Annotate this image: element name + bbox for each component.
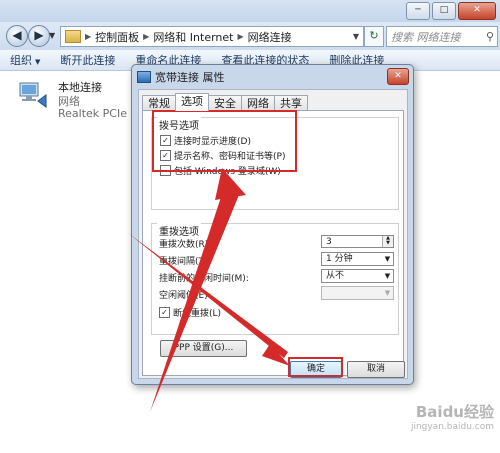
ok-button[interactable]: 确定	[290, 361, 342, 378]
show-progress-label: 连接时显示进度(D)	[174, 137, 251, 147]
tab-options[interactable]: 选项	[175, 93, 209, 111]
address-bar-row: ◀ ▶ ▼ ▶ 控制面板 ▶ 网络和 Internet ▶ 网络连接 ▼ ↻ 搜…	[0, 22, 500, 50]
address-dropdown-icon[interactable]: ▼	[349, 32, 363, 41]
prompt-credentials-label: 提示名称、密码和证书等(P)	[174, 152, 286, 162]
tab-sharing[interactable]: 共享	[274, 95, 308, 111]
dialing-options-label: 拨号选项	[157, 117, 201, 132]
watermark-url: jingyan.baidu.com	[410, 422, 494, 432]
network-connection-icon	[19, 82, 47, 108]
idle-threshold-label: 空闲阈值(E):	[159, 291, 211, 301]
organize-button[interactable]: 组织 ▼	[0, 52, 50, 68]
baidu-watermark: Baidu经验 jingyan.baidu.com	[411, 405, 494, 435]
maximize-button[interactable]: □	[432, 2, 456, 20]
explorer-window: ─ □ ✕ ◀ ▶ ▼ ▶ 控制面板 ▶ 网络和 Internet ▶ 网络连接…	[0, 0, 500, 453]
tab-general[interactable]: 常规	[142, 95, 176, 111]
breadcrumb-network-connections[interactable]: 网络连接	[245, 29, 295, 45]
redial-attempts-spinner[interactable]: 3 ▲ ▼	[321, 235, 394, 248]
dialog-close-button[interactable]: ✕	[387, 68, 409, 85]
breadcrumb-separator-icon: ▶	[143, 32, 150, 41]
search-icon[interactable]: ⚲	[483, 30, 497, 43]
reconnect-option[interactable]: ✓ 断线重拨(L)	[159, 306, 221, 319]
show-progress-option[interactable]: ✓ 连接时显示进度(D)	[160, 134, 251, 147]
dialog-tabs: 常规 选项 安全 网络 共享	[142, 93, 308, 111]
reconnect-label: 断线重拨(L)	[173, 309, 222, 319]
reconnect-checkbox[interactable]: ✓	[159, 307, 170, 318]
idle-threshold-select: ▼	[321, 286, 394, 300]
redial-attempts-value: 3	[326, 237, 332, 247]
watermark-brand: Baidu经验	[415, 403, 494, 421]
search-input[interactable]: 搜索 网络连接	[387, 29, 483, 45]
search-box[interactable]: 搜索 网络连接 ⚲	[386, 26, 498, 47]
dialog-titlebar: 宽带连接 属性	[137, 69, 225, 85]
spinner-arrows-icon[interactable]: ▲ ▼	[382, 236, 393, 247]
tab-networking[interactable]: 网络	[241, 95, 275, 111]
ppp-settings-button[interactable]: PPP 设置(G)...	[160, 340, 247, 357]
tab-security[interactable]: 安全	[208, 95, 242, 111]
options-panel: 拨号选项 ✓ 连接时显示进度(D) ✓ 提示名称、密码和证书等(P) 包括 Wi…	[142, 110, 404, 376]
history-dropdown-icon[interactable]: ▼	[49, 31, 55, 40]
disconnect-button[interactable]: 断开此连接	[50, 52, 125, 68]
include-logon-domain-label: 包括 Windows 登录域(W)	[174, 167, 281, 177]
dialing-options-group: 拨号选项 ✓ 连接时显示进度(D) ✓ 提示名称、密码和证书等(P) 包括 Wi…	[151, 117, 399, 210]
breadcrumb-network-internet[interactable]: 网络和 Internet	[150, 29, 236, 45]
close-button[interactable]: ✕	[458, 2, 496, 20]
window-titlebar: ─ □ ✕	[0, 0, 500, 23]
prompt-credentials-checkbox[interactable]: ✓	[160, 150, 171, 161]
network-icon	[137, 71, 151, 83]
breadcrumb-control-panel[interactable]: 控制面板	[92, 29, 142, 45]
redial-interval-value: 1 分钟	[326, 254, 353, 264]
redial-interval-label: 重拨间隔(T):	[159, 257, 211, 267]
breadcrumb-separator-icon: ▶	[85, 32, 92, 41]
chevron-down-icon: ▼	[35, 58, 41, 66]
dialog-body: 常规 选项 安全 网络 共享 拨号选项 ✓ 连接时显示进度(D) ✓ 提示名称、…	[138, 89, 408, 379]
redial-attempts-label: 重拨次数(R):	[159, 240, 212, 250]
chevron-down-icon: ▼	[384, 289, 391, 297]
prompt-credentials-option[interactable]: ✓ 提示名称、密码和证书等(P)	[160, 149, 285, 162]
broadband-properties-dialog: 宽带连接 属性 ✕ 常规 选项 安全 网络 共享 拨号选项 ✓ 连接时显示进度(…	[131, 64, 414, 385]
include-logon-domain-checkbox[interactable]	[160, 165, 171, 176]
idle-hangup-label: 挂断前的空闲时间(M):	[159, 274, 249, 284]
chevron-down-icon: ▼	[384, 255, 391, 263]
window-controls: ─ □ ✕	[406, 2, 496, 20]
redialing-options-label: 重拨选项	[157, 223, 201, 238]
control-panel-icon	[65, 30, 81, 43]
refresh-button[interactable]: ↻	[364, 26, 384, 47]
organize-label: 组织	[10, 54, 32, 67]
include-logon-domain-option[interactable]: 包括 Windows 登录域(W)	[160, 164, 281, 177]
minimize-button[interactable]: ─	[406, 2, 430, 20]
show-progress-checkbox[interactable]: ✓	[160, 135, 171, 146]
idle-hangup-select[interactable]: 从不 ▼	[321, 269, 394, 283]
idle-hangup-value: 从不	[326, 271, 345, 281]
chevron-down-icon: ▼	[384, 272, 391, 280]
redial-interval-select[interactable]: 1 分钟 ▼	[321, 252, 394, 266]
redialing-options-group: 重拨选项 重拨次数(R): 3 ▲ ▼ 重拨间隔(T): 1 分钟 ▼ 挂断前的空…	[151, 223, 399, 335]
forward-button[interactable]: ▶	[28, 25, 50, 47]
cancel-button[interactable]: 取消	[347, 361, 405, 378]
dialog-title: 宽带连接 属性	[155, 71, 225, 84]
back-button[interactable]: ◀	[6, 25, 28, 47]
address-field[interactable]: ▶ 控制面板 ▶ 网络和 Internet ▶ 网络连接 ▼	[60, 26, 364, 47]
breadcrumb-separator-icon: ▶	[237, 32, 244, 41]
